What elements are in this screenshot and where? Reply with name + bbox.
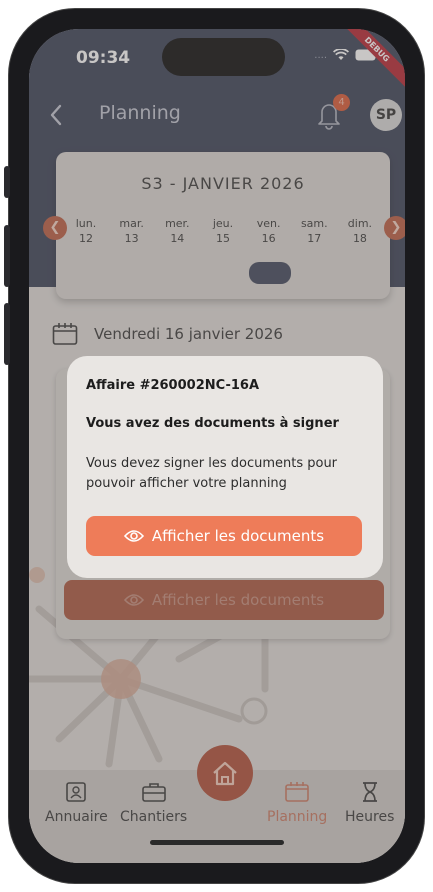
volume-up-button (4, 225, 10, 287)
app-screen: 09:34 .... DEBUG Planning 4 SP S3 - JANV… (29, 29, 405, 863)
modal-affaire: Affaire #260002NC-16A (86, 378, 260, 393)
eye-icon (123, 530, 144, 542)
show-documents-label: Afficher les documents (151, 527, 325, 545)
modal-message: Vous devez signer les documents pour pou… (86, 456, 338, 491)
show-documents-button[interactable]: Afficher les documents (86, 516, 362, 556)
modal-heading: Vous avez des documents à signer (86, 416, 339, 431)
mute-switch (4, 166, 10, 198)
documents-modal: Affaire #260002NC-16A Vous avez des docu… (67, 356, 383, 578)
volume-down-button (4, 303, 10, 365)
home-indicator (150, 840, 284, 845)
